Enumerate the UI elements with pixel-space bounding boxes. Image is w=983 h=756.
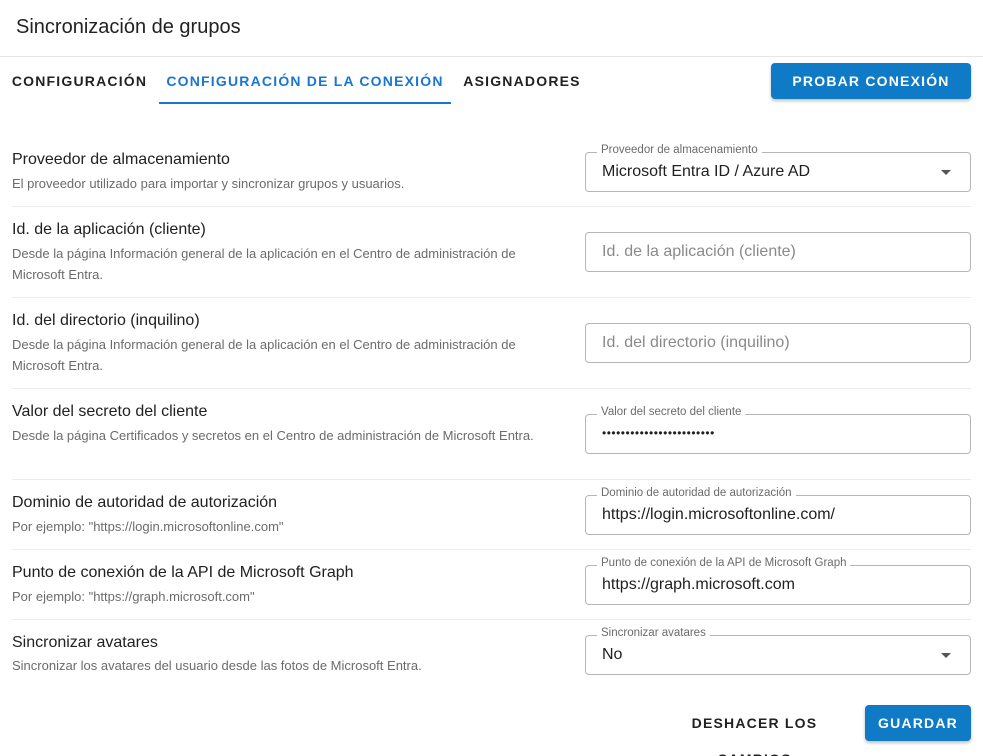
row-divider [12, 549, 971, 550]
tab-configuracion-conexion[interactable]: CONFIGURACIÓN DE LA CONEXIÓN [159, 57, 451, 105]
row-divider [12, 206, 971, 207]
graph-endpoint-description: Por ejemplo: "https://graph.microsoft.co… [12, 589, 255, 604]
tab-configuracion[interactable]: CONFIGURACIÓN [0, 57, 159, 105]
authority-label: Dominio de autoridad de autorización [12, 494, 278, 511]
authority-value: https://login.microsoftonline.com/ [602, 506, 835, 523]
client-id-description: Desde la página Información general de l… [12, 246, 516, 282]
test-connection-button[interactable]: PROBAR CONEXIÓN [771, 63, 971, 99]
provider-label: Proveedor de almacenamiento [12, 151, 230, 168]
graph-endpoint-value: https://graph.microsoft.com [602, 576, 795, 593]
client-secret-label: Valor del secreto del cliente [12, 403, 208, 420]
provider-value: Microsoft Entra ID / Azure AD [602, 163, 811, 180]
sync-avatars-value: No [602, 646, 623, 663]
sync-avatars-label: Sincronizar avatares [12, 634, 158, 651]
client-secret-value: •••••••••••••••••••••••• [602, 426, 715, 440]
page-title: Sincronización de grupos [16, 16, 241, 38]
save-button[interactable]: GUARDAR [865, 705, 971, 741]
authority-description: Por ejemplo: "https://login.microsoftonl… [12, 519, 284, 534]
sync-avatars-select[interactable]: Sincronizar avatares No [585, 627, 971, 675]
row-divider [12, 619, 971, 620]
tab-asignadores[interactable]: ASIGNADORES [451, 57, 593, 105]
tenant-id-input[interactable]: Id. del directorio (inquilino) [585, 323, 971, 363]
discard-changes-button[interactable]: DESHACER LOS CAMBIOS [652, 705, 857, 756]
authority-input[interactable]: Dominio de autoridad de autorización htt… [585, 487, 971, 535]
dropdown-arrow-icon [941, 653, 951, 658]
client-secret-description: Desde la página Certificados y secretos … [12, 428, 534, 443]
row-divider [12, 297, 971, 298]
tenant-id-description: Desde la página Información general de l… [12, 337, 516, 373]
graph-endpoint-label: Punto de conexión de la API de Microsoft… [12, 564, 354, 581]
client-id-label: Id. de la aplicación (cliente) [12, 221, 206, 238]
row-divider [12, 388, 971, 389]
client-id-input[interactable]: Id. de la aplicación (cliente) [585, 232, 971, 272]
provider-description: El proveedor utilizado para importar y s… [12, 176, 405, 191]
tenant-id-label: Id. del directorio (inquilino) [12, 312, 200, 329]
provider-select[interactable]: Proveedor de almacenamiento Microsoft En… [585, 144, 971, 192]
sync-avatars-description: Sincronizar los avatares del usuario des… [12, 658, 422, 673]
tenant-id-placeholder: Id. del directorio (inquilino) [602, 334, 790, 351]
dropdown-arrow-icon [941, 170, 951, 175]
row-divider [12, 479, 971, 480]
client-secret-input[interactable]: Valor del secreto del cliente ••••••••••… [585, 406, 971, 454]
graph-endpoint-input[interactable]: Punto de conexión de la API de Microsoft… [585, 557, 971, 605]
active-tab-indicator [159, 102, 451, 104]
client-id-placeholder: Id. de la aplicación (cliente) [602, 243, 796, 260]
